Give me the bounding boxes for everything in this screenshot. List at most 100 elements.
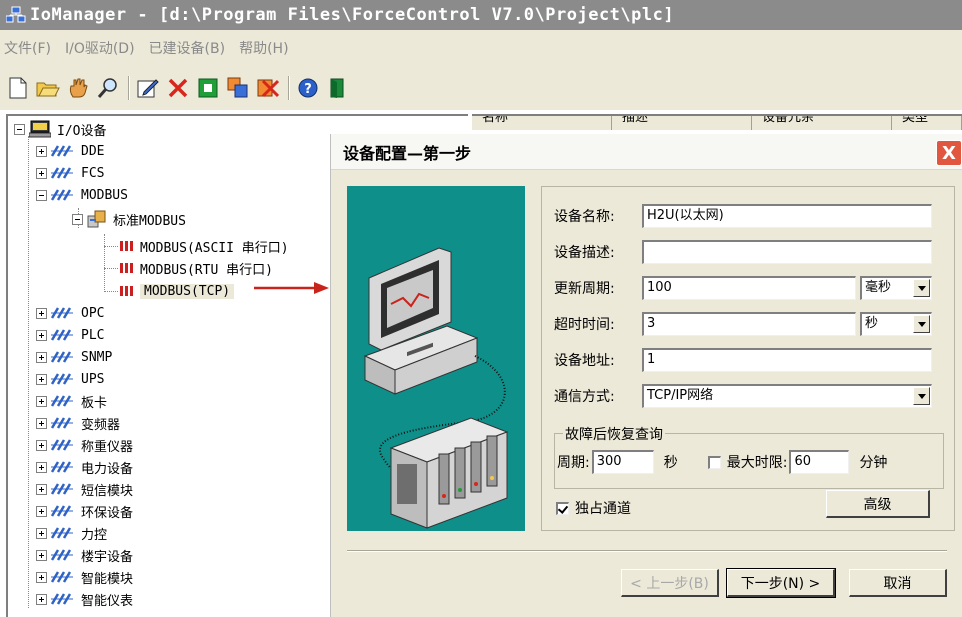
tree-node-standard-modbus[interactable]: 标准MODBUS [72, 208, 186, 230]
expand-icon[interactable] [36, 461, 47, 473]
tree-node-board[interactable]: 板卡 [36, 390, 107, 412]
menu-devices[interactable]: 已建设备(B) [149, 38, 226, 58]
timeout-input[interactable]: 3 [642, 312, 856, 336]
delete-icon[interactable] [166, 76, 190, 100]
tree-node-opc[interactable]: OPC [36, 302, 104, 324]
column-description[interactable]: 描述 [612, 116, 752, 130]
menu-io-driver[interactable]: I/O驱动(D) [65, 38, 135, 58]
tree-device-modbus-rtu[interactable]: MODBUS(RTU 串行口) [120, 257, 273, 279]
collapse-icon[interactable] [36, 189, 47, 201]
new-file-icon[interactable] [6, 76, 30, 100]
run-icon[interactable] [196, 76, 220, 100]
collapse-icon[interactable] [72, 213, 83, 225]
column-redundancy[interactable]: 设备冗余 [752, 116, 892, 130]
dropdown-arrow-icon[interactable] [913, 279, 930, 297]
tree-node-modbus[interactable]: MODBUS [36, 184, 128, 206]
tree-root[interactable]: I/O设备 [14, 118, 106, 140]
delete-all-icon[interactable] [256, 76, 280, 100]
expand-icon[interactable] [36, 439, 47, 451]
update-period-input[interactable]: 100 [642, 276, 856, 300]
tree-node-env[interactable]: 环保设备 [36, 500, 133, 522]
tree-node-power[interactable]: 电力设备 [36, 456, 133, 478]
tree-node-smart-meter[interactable]: 智能仪表 [36, 588, 133, 610]
expand-icon[interactable] [36, 373, 47, 385]
update-period-unit-select[interactable]: 毫秒 [860, 276, 932, 300]
tree-line [104, 234, 105, 292]
pointer-arrow [254, 282, 329, 294]
tree-node-snmp[interactable]: SNMP [36, 346, 112, 368]
tree-node-label: 智能模块 [81, 571, 134, 587]
expand-icon[interactable] [36, 329, 47, 341]
max-timeout-unit: 分钟 [859, 455, 888, 471]
expand-icon[interactable] [36, 351, 47, 363]
next-step-button[interactable]: 下一步(N) > [726, 568, 836, 598]
expand-icon[interactable] [36, 505, 47, 517]
column-type[interactable]: 类型 [892, 116, 962, 130]
network-icon [51, 483, 73, 495]
device-illustration [347, 186, 525, 531]
timeout-unit-select[interactable]: 秒 [860, 312, 932, 336]
prev-step-button[interactable]: < 上一步(B) [621, 569, 719, 597]
network-icon [51, 439, 73, 451]
advanced-button[interactable]: 高级 [826, 490, 930, 518]
collapse-icon[interactable] [14, 123, 25, 135]
expand-icon[interactable] [36, 395, 47, 407]
tree-device-modbus-tcp[interactable]: MODBUS(TCP) [120, 280, 235, 302]
tree-node-sms[interactable]: 短信模块 [36, 478, 133, 500]
svg-text:?: ? [304, 82, 312, 97]
exclusive-channel-checkbox[interactable] [556, 501, 569, 515]
tree-node-building[interactable]: 楼宇设备 [36, 544, 133, 566]
open-folder-icon[interactable] [36, 76, 60, 100]
expand-icon[interactable] [36, 145, 47, 157]
tree-node-label: 称重仪器 [81, 439, 134, 455]
tree-node-label: 电力设备 [81, 461, 134, 477]
tree-node-dde[interactable]: DDE [36, 140, 104, 162]
comm-mode-select[interactable]: TCP/IP网络 [642, 384, 932, 408]
hand-icon[interactable] [66, 76, 90, 100]
device-desc-row: 设备描述: [554, 239, 932, 265]
tree-node-smart-module[interactable]: 智能模块 [36, 566, 133, 588]
device-config-dialog: 设备配置—第一步 X 设备名称: H2U(以太网) 设备描述: 更新周期: 10… [330, 134, 962, 617]
tree-node-plc[interactable]: PLC [36, 324, 104, 346]
expand-icon[interactable] [36, 527, 47, 539]
expand-icon[interactable] [36, 307, 47, 319]
recovery-period-input[interactable]: 300 [591, 450, 654, 474]
tree-device-modbus-ascii[interactable]: MODBUS(ASCII 串行口) [120, 235, 289, 257]
tree-node-weighing[interactable]: 称重仪器 [36, 434, 133, 456]
tree-node-fcs[interactable]: FCS [36, 162, 104, 184]
tree-node-label: SNMP [81, 349, 113, 365]
cancel-button[interactable]: 取消 [849, 569, 947, 597]
tree-node-ups[interactable]: UPS [36, 368, 104, 390]
max-timeout-checkbox[interactable] [707, 455, 721, 469]
network-icon [51, 417, 73, 429]
device-name-input[interactable]: H2U(以太网) [642, 204, 932, 228]
column-name[interactable]: 名称 [472, 116, 612, 130]
expand-icon[interactable] [36, 483, 47, 495]
comm-mode-label: 通信方式: [554, 389, 615, 405]
help-icon[interactable]: ? [296, 76, 320, 100]
expand-icon[interactable] [36, 593, 47, 605]
dropdown-arrow-icon[interactable] [913, 315, 930, 333]
device-desc-input[interactable] [642, 240, 932, 264]
tree-root-label: I/O设备 [57, 123, 107, 139]
menu-file[interactable]: 文件(F) [4, 38, 51, 58]
recovery-period-label: 周期: [557, 455, 590, 471]
device-address-input[interactable]: 1 [642, 348, 932, 372]
tree-node-forcecontrol[interactable]: 力控 [36, 522, 107, 544]
toolbar: ? [0, 66, 962, 110]
max-timeout-input[interactable]: 60 [789, 450, 850, 474]
copy-icon[interactable] [226, 76, 250, 100]
expand-icon[interactable] [36, 167, 47, 179]
expand-icon[interactable] [36, 417, 47, 429]
expand-icon[interactable] [36, 549, 47, 561]
close-button[interactable]: X [936, 140, 962, 166]
tree-node-inverter[interactable]: 变频器 [36, 412, 120, 434]
tree-node-label: 智能仪表 [81, 593, 134, 609]
edit-icon[interactable] [136, 76, 160, 100]
network-icon [51, 549, 73, 561]
exit-icon[interactable] [326, 76, 350, 100]
search-icon[interactable] [96, 76, 120, 100]
menu-help[interactable]: 帮助(H) [239, 38, 288, 58]
dropdown-arrow-icon[interactable] [913, 387, 930, 405]
expand-icon[interactable] [36, 571, 47, 583]
